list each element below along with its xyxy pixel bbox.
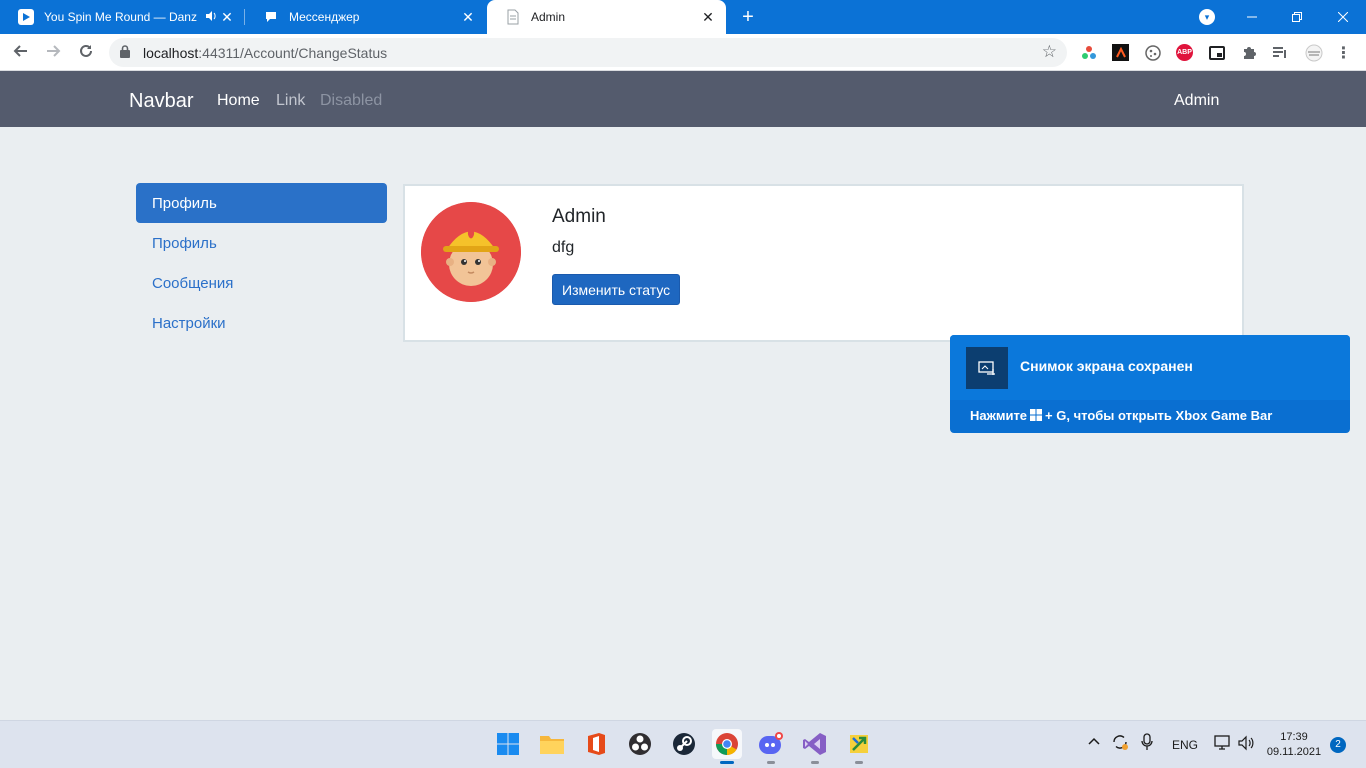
reload-button[interactable] [74, 41, 98, 65]
picture-in-picture-icon[interactable] [1208, 44, 1225, 61]
url-text: localhost:44311/Account/ChangeStatus [143, 45, 388, 61]
youtube-music-icon [18, 9, 34, 25]
language-indicator[interactable]: ENG [1172, 738, 1198, 752]
reading-list-icon[interactable] [1271, 44, 1288, 61]
avatar [421, 202, 521, 302]
running-indicator [855, 761, 863, 764]
toast-hint: Нажмите + G, чтобы открыть Xbox Game Bar [970, 408, 1273, 423]
browser-menu-icon[interactable]: ⋮ [1335, 44, 1352, 62]
windows-logo-icon [1030, 409, 1043, 421]
adblock-plus-icon[interactable]: ABP [1176, 44, 1193, 61]
running-indicator [811, 761, 819, 764]
profile-card: Admin dfg Изменить статус [403, 184, 1244, 342]
color-picker-extension-icon[interactable] [1080, 44, 1097, 61]
tab-messenger[interactable]: Мессенджер ✕ [245, 0, 486, 34]
profile-status: dfg [552, 239, 575, 256]
sidebar-item-settings[interactable]: Настройки [136, 303, 387, 343]
change-status-button[interactable]: Изменить статус [552, 274, 681, 305]
close-tab-icon[interactable]: ✕ [700, 9, 716, 25]
notification-badge[interactable]: 2 [1330, 737, 1346, 753]
new-tab-button[interactable]: + [737, 6, 759, 28]
sync-icon[interactable] [1111, 733, 1129, 754]
screenshot-icon [966, 347, 1008, 389]
screenshot-saved-toast[interactable]: Снимок экрана сохранен Нажмите + G, чтобы… [950, 335, 1350, 433]
minimize-button[interactable] [1229, 0, 1275, 34]
obs-icon[interactable] [625, 729, 655, 759]
system-clock[interactable]: 17:39 09.11.2021 [1266, 730, 1322, 760]
profile-name: Admin [552, 206, 606, 227]
volume-icon[interactable] [1238, 735, 1254, 754]
windows-taskbar: ENG 17:39 09.11.2021 2 [0, 720, 1366, 768]
installer-icon[interactable] [844, 729, 874, 764]
close-tab-icon[interactable]: ✕ [460, 9, 476, 25]
back-button[interactable] [9, 41, 33, 65]
speaker-icon[interactable] [205, 10, 217, 25]
sidebar-item-messages[interactable]: Сообщения [136, 263, 387, 303]
file-explorer-icon[interactable] [537, 729, 567, 759]
sidebar: Профиль Профиль Сообщения Настройки [136, 183, 387, 343]
nav-link-link[interactable]: Link [276, 92, 305, 110]
tab-title: Admin [531, 10, 566, 24]
close-window-button[interactable] [1320, 0, 1366, 34]
discord-icon[interactable] [756, 729, 786, 764]
clock-date: 09.11.2021 [1266, 746, 1322, 758]
start-icon[interactable] [493, 729, 523, 759]
active-indicator [720, 761, 734, 764]
visual-studio-icon[interactable] [800, 729, 830, 764]
sidebar-item-profile-active[interactable]: Профиль [136, 183, 387, 223]
tab-search-icon[interactable]: ▾ [1199, 9, 1215, 25]
show-hidden-icons-chevron-icon[interactable] [1087, 734, 1101, 751]
chrome-icon[interactable] [712, 729, 742, 764]
nav-link-disabled: Disabled [320, 92, 383, 109]
microphone-icon[interactable] [1141, 733, 1153, 754]
network-icon[interactable] [1214, 735, 1232, 754]
steam-icon[interactable] [669, 729, 699, 759]
sidebar-item-profile[interactable]: Профиль [136, 223, 387, 263]
browser-tab-strip: You Spin Me Round — Danz ✕ Мессенджер ✕ … [0, 0, 1366, 34]
clock-time: 17:39 [1280, 731, 1308, 743]
nav-link-home[interactable]: Home [217, 92, 260, 110]
office-icon[interactable] [581, 729, 611, 759]
navbar-brand[interactable]: Navbar [129, 90, 193, 113]
messenger-icon [263, 9, 279, 25]
tab-title: Мессенджер [289, 10, 360, 24]
cookie-extension-icon[interactable] [1144, 44, 1161, 61]
page-icon [505, 9, 521, 25]
navbar-user[interactable]: Admin [1174, 92, 1219, 110]
browser-toolbar: localhost:44311/Account/ChangeStatus ☆ A… [0, 34, 1366, 71]
tab-admin[interactable]: Admin ✕ [487, 0, 726, 34]
lock-icon[interactable] [120, 45, 130, 58]
profile-avatar-icon[interactable] [1303, 44, 1325, 61]
address-bar[interactable]: localhost:44311/Account/ChangeStatus ☆ [109, 38, 1067, 67]
bookmark-star-icon[interactable]: ☆ [1042, 42, 1057, 62]
close-tab-icon[interactable]: ✕ [219, 9, 235, 25]
forward-button[interactable] [41, 41, 65, 65]
toast-title: Снимок экрана сохранен [1020, 358, 1193, 374]
tab-title: You Spin Me Round — Danz [44, 10, 197, 24]
app-navbar: Navbar Home Link Disabled Admin [0, 71, 1366, 127]
firefighter-avatar-icon [421, 202, 521, 302]
tab-music[interactable]: You Spin Me Round — Danz ✕ [0, 0, 245, 34]
restore-button[interactable] [1274, 0, 1320, 34]
running-indicator [767, 761, 775, 764]
extensions-puzzle-icon[interactable] [1240, 44, 1257, 61]
dark-extension-icon[interactable] [1112, 44, 1129, 61]
